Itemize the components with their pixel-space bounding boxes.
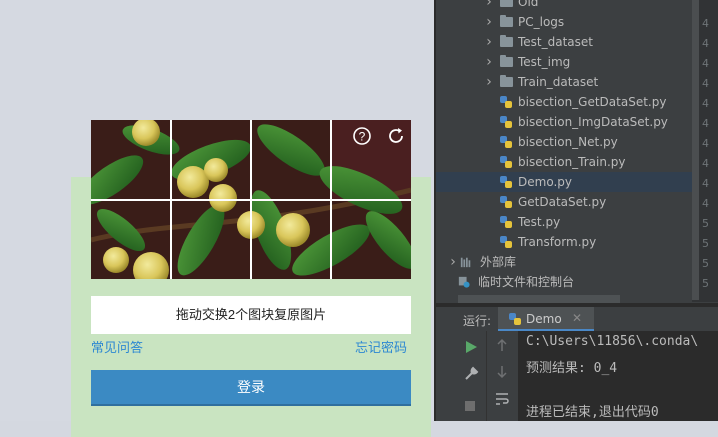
tree-item[interactable]: › 外部库 [436,252,692,272]
tree-item[interactable]: › Train_dataset [436,72,692,92]
vertical-scrollbar[interactable] [692,0,699,300]
tree-item-label: PC_logs [518,15,565,29]
grid-divider [91,199,411,201]
close-icon[interactable]: ✕ [572,311,582,325]
python-icon [500,216,512,228]
line-number: 4 [702,177,709,190]
tree-item-label: 外部库 [480,255,517,269]
chevron-right-icon[interactable]: › [484,72,494,92]
tree-item-label: Test_img [518,55,571,69]
tab-label: Demo [526,312,562,326]
folder-icon [500,55,513,67]
tree-item-label: 临时文件和控制台 [478,275,575,289]
arrow-up-icon[interactable] [495,338,509,352]
line-number: 4 [702,17,709,30]
chevron-right-icon[interactable]: › [484,52,494,72]
tree-item-label: Test.py [518,215,561,229]
console-output: C:\Users\11856\.conda\ 预测结果: 0_4 进程已结束,退… [518,331,718,421]
captcha-instruction: 拖动交换2个图块复原图片 [91,296,411,334]
scratch-icon [458,276,470,288]
console-line: C:\Users\11856\.conda\ [526,334,699,349]
tree-item-label: bisection_GetDataSet.py [518,95,667,109]
tree-item[interactable]: bisection_ImgDataSet.py [436,112,692,132]
svg-text:?: ? [359,130,366,144]
faq-link[interactable]: 常见问答 [91,337,143,356]
line-number: 4 [702,157,709,170]
console-line: 进程已结束,退出代码0 [526,405,659,420]
line-number: 4 [702,137,709,150]
python-icon [500,116,512,128]
tree-item-label: bisection_ImgDataSet.py [518,115,668,129]
run-label: 运行: [463,314,492,328]
forgot-password-link[interactable]: 忘记密码 [355,337,407,356]
line-number: 4 [702,117,709,130]
library-icon [460,257,471,268]
python-icon [500,136,512,148]
tree-item[interactable]: Demo.py [436,172,692,192]
tab-run-demo[interactable]: Demo ✕ [498,307,594,331]
help-circle-icon[interactable]: ? [352,126,372,146]
line-number: 4 [702,57,709,70]
tree-item-label: Test_dataset [518,35,593,49]
line-number: 5 [702,257,709,270]
chevron-right-icon[interactable]: › [448,252,458,272]
line-number: 4 [702,77,709,90]
tree-item-label: Demo.py [518,175,572,189]
folder-icon [500,35,513,47]
line-number: 4 [702,37,709,50]
arrow-down-icon[interactable] [495,365,509,379]
line-number: 4 [702,97,709,110]
tree-item[interactable]: Transform.py [436,232,692,252]
tree-item-label: GetDataSet.py [518,195,607,209]
tree-item-label: Old [518,0,539,9]
line-number: 5 [702,217,709,230]
refresh-icon[interactable] [386,126,406,146]
python-icon [500,176,512,188]
python-icon [500,156,512,168]
tree-item[interactable]: › PC_logs [436,12,692,32]
chevron-right-icon[interactable]: › [484,32,494,52]
tree-item-label: Transform.py [518,235,597,249]
chevron-right-icon[interactable]: › [484,12,494,32]
folder-icon [500,0,513,7]
tree-item[interactable]: bisection_Net.py [436,132,692,152]
python-icon [500,96,512,108]
project-tree: › Old › PC_logs › Test_dataset › Test_img › Train… [436,0,692,302]
tree-item[interactable]: Test.py [436,212,692,232]
line-number: 5 [702,277,709,290]
tree-item[interactable]: bisection_GetDataSet.py [436,92,692,112]
horizontal-scrollbar[interactable] [458,295,620,303]
wrench-icon[interactable] [463,366,479,382]
python-icon [500,236,512,248]
tree-item-label: Train_dataset [518,75,599,89]
tree-item-label: bisection_Train.py [518,155,626,169]
run-icon[interactable] [464,340,478,354]
folder-icon [500,15,513,27]
tree-item-label: bisection_Net.py [518,135,618,149]
run-toolbar: 运行: Demo ✕ [436,307,718,332]
login-button[interactable]: 登录 [91,370,411,406]
line-number: 4 [702,197,709,210]
folder-icon [500,75,513,87]
console-tool-column [486,331,519,421]
tree-item[interactable]: › Test_dataset [436,32,692,52]
console-line: 预测结果: 0_4 [526,361,618,376]
soft-wrap-icon[interactable] [494,391,510,407]
tree-item[interactable]: › Old [436,0,692,12]
chevron-right-icon[interactable]: › [484,0,494,12]
python-icon [500,196,512,208]
line-number: 5 [702,237,709,250]
run-tool-column [436,331,486,421]
python-icon [509,313,521,325]
tree-item[interactable]: › Test_img [436,52,692,72]
tree-item[interactable]: bisection_Train.py [436,152,692,172]
tree-item[interactable]: 临时文件和控制台 [436,272,692,292]
stop-icon[interactable] [464,400,476,412]
tree-item[interactable]: GetDataSet.py [436,192,692,212]
